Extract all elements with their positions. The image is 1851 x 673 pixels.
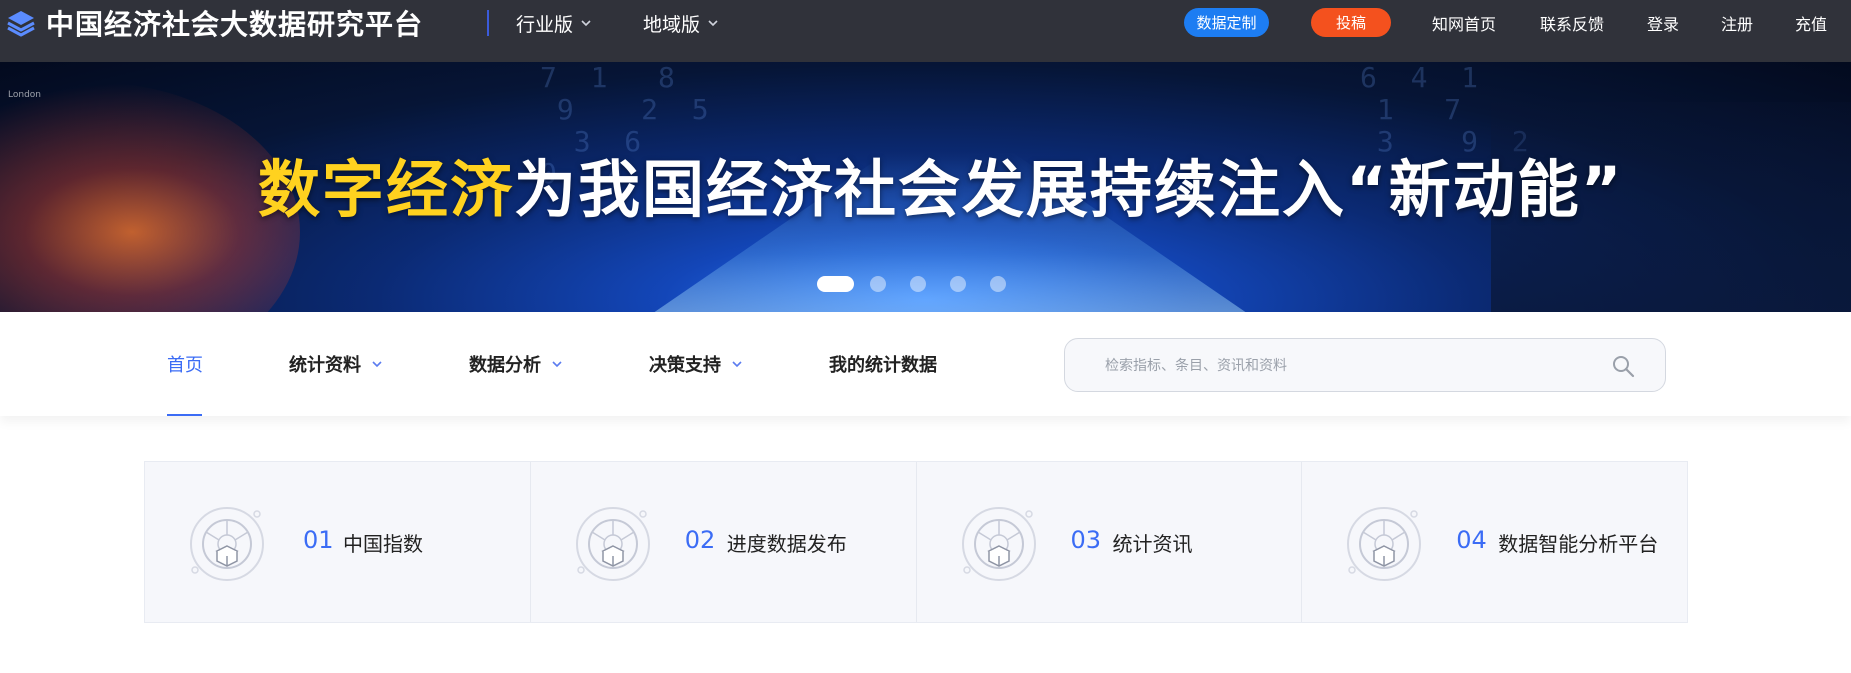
- nav-data-analysis[interactable]: 数据分析: [469, 312, 563, 416]
- search-icon[interactable]: [1611, 354, 1635, 378]
- carousel-dot-2[interactable]: [870, 276, 886, 292]
- nav-my-statistics-label: 我的统计数据: [829, 355, 937, 376]
- feature-card-statistics-news[interactable]: 03 统计资讯: [917, 462, 1303, 622]
- feature-number: 04: [1456, 526, 1487, 554]
- region-edition-label: 地域版: [643, 13, 701, 36]
- nav-statistics[interactable]: 统计资料: [289, 312, 383, 416]
- carousel-dots: [817, 276, 1030, 292]
- recharge-link[interactable]: 充值: [1795, 0, 1827, 46]
- region-edition-menu[interactable]: 地域版: [643, 0, 718, 46]
- search-input[interactable]: [1105, 353, 1585, 379]
- site-title: 中国经济社会大数据研究平台: [46, 8, 424, 41]
- feature-label: 中国指数: [343, 532, 423, 556]
- feature-number: 03: [1070, 526, 1102, 554]
- login-link[interactable]: 登录: [1647, 0, 1679, 46]
- carousel-dot-5[interactable]: [990, 276, 1006, 292]
- layers-logo-icon: [7, 11, 35, 37]
- feature-card-smart-analysis[interactable]: 04 数据智能分析平台: [1302, 462, 1687, 622]
- hero-banner[interactable]: 7 1 8 9 2 5 3 6 0 4 6 4 1 1 7 3 9 2 Lond…: [0, 62, 1851, 312]
- aperture-cube-icon: [1347, 507, 1422, 581]
- search-box: [1064, 338, 1666, 392]
- feature-cards: 01 中国指数 02 进度数据发布 03 统计资讯 04 数据智能分析平台: [144, 461, 1688, 623]
- aperture-cube-icon: [961, 507, 1036, 581]
- headline-highlight: 数字经济: [258, 153, 515, 226]
- chevron-down-icon: [372, 361, 382, 368]
- banner-decor: [0, 82, 300, 312]
- contact-feedback-link[interactable]: 联系反馈: [1540, 0, 1604, 46]
- headline-rest: 为我国经济社会发展持续注入“新动能”: [514, 153, 1624, 226]
- chevron-down-icon: [581, 20, 591, 27]
- feature-card-china-index[interactable]: 01 中国指数: [145, 462, 531, 622]
- nav-home-label: 首页: [167, 355, 203, 376]
- feature-number: 01: [303, 526, 334, 554]
- banner-watermark: London: [8, 90, 41, 100]
- feature-label: 进度数据发布: [726, 532, 847, 556]
- data-customize-button[interactable]: 数据定制: [1184, 8, 1269, 37]
- nav-home[interactable]: 首页: [167, 312, 203, 416]
- chevron-down-icon: [708, 20, 718, 27]
- submit-article-button[interactable]: 投稿: [1311, 8, 1391, 37]
- main-nav: 首页 统计资料 数据分析 决策支持 我的统计数据: [0, 312, 1851, 416]
- feature-label: 统计资讯: [1112, 532, 1193, 556]
- industry-edition-label: 行业版: [516, 13, 574, 36]
- brand-divider: [487, 10, 489, 36]
- nav-active-indicator: [167, 414, 202, 416]
- brand[interactable]: 中国经济社会大数据研究平台: [6, 0, 423, 46]
- carousel-dot-1[interactable]: [817, 276, 854, 292]
- nav-decision-support[interactable]: 决策支持: [649, 312, 743, 416]
- banner-headline: 数字经济为我国经济社会发展持续注入“新动能”: [258, 154, 1624, 226]
- industry-edition-menu[interactable]: 行业版: [516, 0, 591, 46]
- feature-label: 数据智能分析平台: [1498, 532, 1659, 556]
- aperture-cube-icon: [575, 507, 650, 581]
- nav-data-analysis-label: 数据分析: [469, 355, 541, 376]
- nav-my-statistics[interactable]: 我的统计数据: [829, 312, 937, 416]
- register-link[interactable]: 注册: [1721, 0, 1753, 46]
- aperture-cube-icon: [190, 507, 264, 581]
- feature-card-progress-data[interactable]: 02 进度数据发布: [531, 462, 917, 622]
- nav-decision-support-label: 决策支持: [649, 355, 721, 376]
- cnki-home-link[interactable]: 知网首页: [1432, 0, 1496, 46]
- carousel-dot-4[interactable]: [950, 276, 966, 292]
- chevron-down-icon: [732, 361, 742, 368]
- nav-statistics-label: 统计资料: [289, 355, 361, 376]
- top-bar: 中国经济社会大数据研究平台 行业版 地域版 数据定制 投稿 知网首页 联系反馈 …: [0, 0, 1851, 62]
- feature-number: 02: [684, 526, 716, 554]
- carousel-dot-3[interactable]: [910, 276, 926, 292]
- chevron-down-icon: [552, 361, 562, 368]
